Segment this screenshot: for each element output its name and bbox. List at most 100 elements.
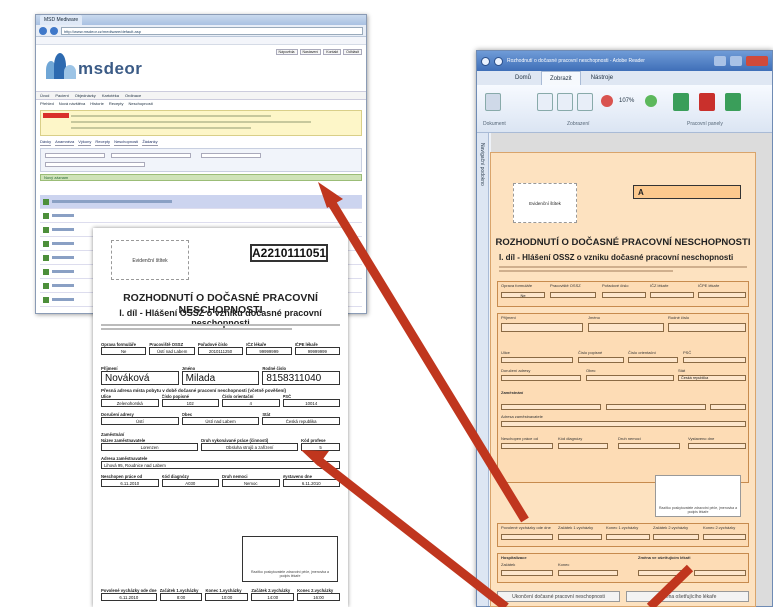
filter-input[interactable] [111,153,191,158]
surname-field[interactable] [501,323,583,332]
house-number-field[interactable] [578,357,624,363]
employer-name-field[interactable] [501,404,601,410]
submenu-item[interactable]: Nová návštěva [59,100,85,108]
back-icon[interactable] [39,26,47,35]
leave-start-field[interactable] [501,443,553,449]
form-row-header: Oprava formuláře Ne Pracoviště OSSZ Ústí n… [101,342,341,355]
maximize-button[interactable] [730,56,742,66]
panel-green-icon[interactable] [725,93,741,111]
navigation-pane[interactable]: Navigační podokno [477,133,489,606]
close-button[interactable] [746,56,768,66]
panel-green-icon[interactable] [673,93,689,111]
app-menu-icon[interactable] [481,56,490,66]
fit-page-icon[interactable] [577,93,593,111]
page-icon[interactable] [537,93,553,111]
outing-from-field[interactable] [501,534,553,540]
change-doctor-button[interactable]: Změna ošetřujícího lékaře [626,591,749,602]
field-label: Číslo popisné [578,350,603,355]
filter-input[interactable] [201,153,261,158]
delivery-address-field[interactable] [501,375,581,381]
profession-code-field[interactable] [710,404,746,410]
top-link-logout[interactable]: Odhlásit [343,49,362,55]
hospital-start-field[interactable] [501,570,553,576]
menu-item[interactable]: Úvod [40,92,49,99]
top-link-help[interactable]: Nápověda [275,49,298,55]
tab-view[interactable]: Zobrazit [541,71,581,85]
field-label: PSČ [683,350,692,355]
doctor-change-field[interactable] [638,570,688,576]
issue-date-field[interactable] [688,443,746,449]
employer-address-field[interactable] [501,421,746,427]
tab-home[interactable]: Domů [507,71,539,85]
employer-heading: Zaměstnání [101,432,125,437]
address-bar[interactable]: http://www.msdeor.cz/mediware/default.as… [61,26,363,35]
submenu-item[interactable]: Neschopnosti [129,100,153,108]
tab-item[interactable]: Dávky [40,138,52,146]
field-value: 102 [161,399,219,407]
submenu-item[interactable]: Recepty [109,100,124,108]
zoom-out-icon[interactable] [601,95,613,107]
filter-input[interactable] [45,162,145,167]
icpe-field[interactable] [698,292,746,298]
outing1-end-field[interactable] [606,534,650,540]
browser-tab[interactable]: MSD Mediware [40,15,83,25]
browser-tabbar: MSD Mediware [36,15,366,25]
field-label: IČPE lékaře [698,283,720,288]
order-number-field[interactable] [602,292,646,298]
tab-item[interactable]: Výkony [78,138,92,146]
forward-icon[interactable] [50,26,58,35]
tab-item[interactable]: Neschopnosti [114,138,139,146]
list-item[interactable] [40,195,362,209]
outing2-end-field[interactable] [703,534,746,540]
full-screen-icon[interactable] [485,93,501,111]
work-type-field[interactable] [606,404,706,410]
end-sick-leave-button[interactable]: Ukončení dočasné pracovní neschopnosti [497,591,620,602]
menu-item[interactable]: Objednávky [75,92,96,99]
menu-item[interactable]: Pacient [55,92,68,99]
fit-width-icon[interactable] [557,93,573,111]
state-field[interactable]: Česká republika [678,375,746,381]
new-record-bar[interactable]: Nový záznam [40,174,362,181]
menu-item[interactable]: Kartotéka [102,92,119,99]
birth-number-field[interactable] [668,323,746,332]
hospital-end-field[interactable] [558,570,618,576]
field-label: Druh nemoci [618,436,641,441]
save-icon[interactable] [494,56,503,66]
list-item[interactable] [40,209,362,223]
outing1-start-field[interactable] [558,534,602,540]
orientation-number-field[interactable] [628,357,678,363]
filter-input[interactable] [45,153,105,158]
ossz-field[interactable] [550,292,596,298]
top-link-contact[interactable]: Kontakt [323,49,342,55]
sub-menu: Přehled Nová návštěva Historie Recepty N… [36,100,366,108]
icz-field[interactable] [650,292,694,298]
zoom-level[interactable]: 107% [619,98,634,104]
section-outings: Povolené vycházky ode dne Začátek 1.vych… [497,523,749,547]
top-link-settings[interactable]: Nastavení [299,49,322,55]
outing2-start-field[interactable] [653,534,699,540]
tab-tools[interactable]: Nástroje [583,71,621,85]
tab-item[interactable]: Anamnéza [55,138,75,146]
field-label: Doručení adresy [501,368,531,373]
tab-item[interactable]: Recepty [95,138,111,146]
zip-field[interactable] [683,357,746,363]
minimize-button[interactable] [714,56,726,66]
submenu-item[interactable]: Historie [90,100,104,108]
first-name-field[interactable] [588,323,664,332]
panel-red-icon[interactable] [699,93,715,111]
tab-item[interactable]: Žádanky [142,138,158,146]
form-notice-text [101,324,340,334]
city-field[interactable] [586,375,674,381]
diagnosis-code-field[interactable] [558,443,608,449]
correction-field[interactable]: Ne [501,292,545,298]
illness-type-field[interactable] [618,443,680,449]
field-label: Konec 2.vycházky [703,525,736,530]
zoom-in-icon[interactable] [645,95,657,107]
doctor-change-field[interactable] [694,570,746,576]
submenu-item[interactable]: Přehled [40,100,54,108]
menu-item[interactable]: Ordinace [125,92,141,99]
form-code-field[interactable]: A [633,185,741,199]
street-field[interactable] [501,357,573,363]
surname-value: Nováková [101,371,179,385]
record-tabs: Dávky Anamnéza Výkony Recepty Neschopnos… [36,138,366,146]
